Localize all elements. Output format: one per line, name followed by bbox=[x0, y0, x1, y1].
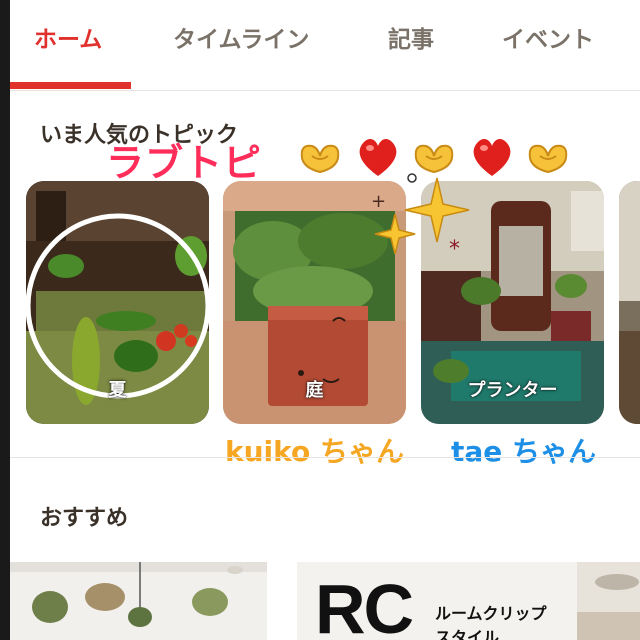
red-heart-icon bbox=[473, 139, 511, 176]
app-page: ホーム タイムライン 記事 イベント いま人気のトピック ラブトピ 夏 + 庭 … bbox=[10, 0, 640, 640]
recommend-card-interior[interactable] bbox=[10, 562, 267, 640]
partial-photo bbox=[577, 562, 640, 640]
roomclip-label: ルームクリップ bbox=[435, 604, 547, 623]
handle-tae: tae ちゃん bbox=[451, 435, 597, 468]
topic-label: 庭 bbox=[305, 380, 324, 401]
topic-card-summer[interactable]: 夏 bbox=[26, 181, 209, 424]
tab-events[interactable]: イベント bbox=[502, 22, 594, 58]
tab-home[interactable]: ホーム bbox=[34, 22, 102, 58]
tab-articles[interactable]: 記事 bbox=[388, 22, 434, 58]
active-tab-indicator bbox=[10, 82, 131, 89]
handle-kuiko: kuiko ちゃん bbox=[225, 435, 405, 468]
recommend-card-roomclip-style[interactable]: RC ルームクリップ スタイル bbox=[297, 562, 577, 640]
topic-card-partial[interactable] bbox=[619, 181, 640, 424]
tab-bar: ホーム タイムライン 記事 イベント bbox=[10, 0, 640, 90]
sparkle-sticker: * bbox=[374, 173, 470, 262]
svg-text:*: * bbox=[449, 237, 460, 262]
partial-photo bbox=[619, 181, 640, 424]
love-topic-sticker-text: ラブトピ bbox=[106, 141, 263, 185]
heart-hands-icon bbox=[528, 144, 568, 174]
topic-label: 夏 bbox=[108, 380, 127, 401]
tab-divider bbox=[10, 90, 640, 91]
style-label: スタイル bbox=[435, 628, 500, 640]
interior-photo bbox=[10, 562, 267, 640]
recommend-card-partial[interactable] bbox=[577, 562, 640, 640]
heart-hands-icon bbox=[414, 144, 454, 174]
topic-label: プランター bbox=[467, 380, 558, 401]
section-divider bbox=[10, 457, 640, 458]
recommend-title: おすすめ bbox=[40, 506, 129, 531]
heart-hands-icon bbox=[300, 144, 340, 174]
rc-logo: RC bbox=[315, 570, 414, 640]
tab-timeline[interactable]: タイムライン bbox=[173, 22, 309, 58]
